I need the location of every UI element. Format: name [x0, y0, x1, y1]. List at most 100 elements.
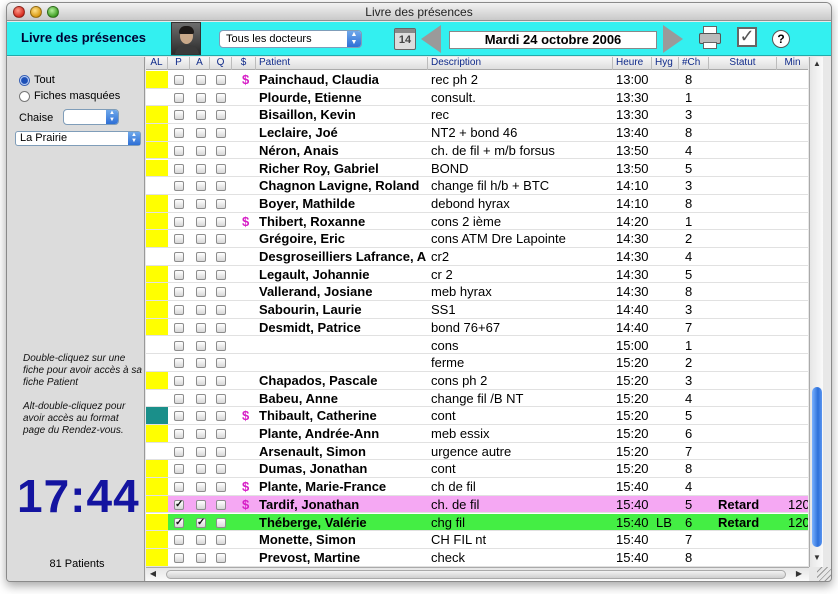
present-checkbox[interactable] [174, 411, 184, 422]
table-row[interactable]: cons 15:00 1 [146, 337, 808, 355]
table-row[interactable]: Plante, Andrée-Ann meb essix 15:20 6 [146, 425, 808, 443]
col-dollar[interactable]: $ [232, 57, 256, 70]
left-checkbox[interactable] [216, 110, 226, 121]
table-row[interactable]: ferme 15:20 2 [146, 354, 808, 372]
left-checkbox[interactable] [216, 234, 226, 245]
present-checkbox[interactable] [174, 234, 184, 245]
present-checkbox[interactable] [174, 375, 184, 386]
present-checkbox[interactable] [174, 145, 184, 156]
col-statut[interactable]: Statut [709, 57, 777, 70]
table-row[interactable]: ✓ ✓ Théberge, Valérie chg fil 15:40 LB 6 Retard… [146, 513, 808, 532]
checklist-icon[interactable]: ✓ [737, 27, 757, 47]
arrived-checkbox[interactable] [196, 429, 206, 439]
table-row[interactable]: $ Plante, Marie-France ch de fil 15:40 4 [146, 478, 808, 496]
horizontal-scrollbar[interactable]: ◀ ▶ [146, 567, 809, 581]
table-row[interactable]: Prevost, Martine check 15:40 8 [146, 548, 808, 567]
table-row[interactable]: Grégoire, Eric cons ATM Dre Lapointe 14:30… [146, 230, 808, 248]
arrived-checkbox[interactable] [196, 411, 206, 422]
arrived-checkbox[interactable] [196, 163, 206, 174]
left-checkbox[interactable] [216, 358, 226, 369]
scroll-down-arrow-icon[interactable]: ▼ [812, 553, 822, 563]
arrived-checkbox[interactable] [196, 75, 206, 85]
left-checkbox[interactable] [216, 163, 226, 174]
arrived-checkbox[interactable] [196, 322, 206, 333]
present-checkbox[interactable] [174, 393, 184, 404]
arrived-checkbox[interactable]: ✓ [196, 517, 206, 528]
present-checkbox[interactable] [174, 552, 184, 563]
present-checkbox[interactable] [174, 163, 184, 174]
left-checkbox[interactable] [216, 375, 226, 386]
arrived-checkbox[interactable] [196, 252, 206, 262]
present-checkbox[interactable] [174, 269, 184, 280]
resize-grip-icon[interactable] [817, 567, 831, 581]
present-checkbox[interactable] [174, 322, 184, 333]
left-checkbox[interactable] [216, 145, 226, 156]
left-checkbox[interactable] [216, 393, 226, 404]
table-row[interactable]: Legault, Johannie cr 2 14:30 5 [146, 265, 808, 284]
col-al[interactable]: AL [146, 57, 168, 70]
present-checkbox[interactable] [174, 75, 184, 85]
col-ch[interactable]: #Ch [679, 57, 709, 70]
arrived-checkbox[interactable] [196, 552, 206, 563]
table-row[interactable]: Chapados, Pascale cons ph 2 15:20 3 [146, 371, 808, 390]
arrived-checkbox[interactable] [196, 269, 206, 280]
vertical-scroll-thumb[interactable] [812, 387, 822, 547]
help-icon[interactable]: ? [772, 30, 790, 48]
left-checkbox[interactable] [216, 517, 226, 528]
present-checkbox[interactable] [174, 429, 184, 439]
vertical-scrollbar[interactable]: ▲ ▼ [809, 57, 823, 567]
present-checkbox[interactable] [174, 181, 184, 192]
col-p[interactable]: P [168, 57, 190, 70]
left-checkbox[interactable] [216, 322, 226, 333]
table-row[interactable]: Néron, Anais ch. de fil + m/b forsus 13:50… [146, 141, 808, 160]
left-checkbox[interactable] [216, 552, 226, 563]
table-row[interactable]: Richer Roy, Gabriel BOND 13:50 5 [146, 159, 808, 178]
left-checkbox[interactable] [216, 535, 226, 546]
present-checkbox[interactable] [174, 252, 184, 262]
present-checkbox[interactable] [174, 358, 184, 369]
left-checkbox[interactable] [216, 340, 226, 351]
table-row[interactable]: Arsenault, Simon urgence autre 15:20 7 [146, 443, 808, 461]
arrived-checkbox[interactable] [196, 216, 206, 227]
doctor-select[interactable]: Tous les docteurs ▲ ▼ [219, 30, 362, 48]
next-day-button[interactable] [663, 25, 683, 53]
clinic-select[interactable]: La Prairie ▲ ▼ [15, 131, 141, 146]
table-row[interactable]: $ Painchaud, Claudia rec ph 2 13:00 8 [146, 71, 808, 89]
col-hyg[interactable]: Hyg [652, 57, 679, 70]
scroll-up-arrow-icon[interactable]: ▲ [812, 59, 822, 69]
table-row[interactable]: Vallerand, Josiane meb hyrax 14:30 8 [146, 283, 808, 302]
table-row[interactable]: Chagnon Lavigne, Roland change fil h/b + … [146, 177, 808, 195]
horizontal-scroll-thumb[interactable] [166, 570, 786, 579]
radio-all[interactable]: Tout [19, 73, 55, 87]
arrived-checkbox[interactable] [196, 358, 206, 369]
arrived-checkbox[interactable] [196, 375, 206, 386]
left-checkbox[interactable] [216, 92, 226, 103]
present-checkbox[interactable] [174, 198, 184, 209]
table-row[interactable]: Desmidt, Patrice bond 76+67 14:40 7 [146, 318, 808, 337]
left-checkbox[interactable] [216, 305, 226, 316]
left-checkbox[interactable] [216, 269, 226, 280]
arrived-checkbox[interactable] [196, 145, 206, 156]
left-checkbox[interactable] [216, 446, 226, 457]
present-checkbox[interactable] [174, 464, 184, 475]
arrived-checkbox[interactable] [196, 446, 206, 457]
left-checkbox[interactable] [216, 75, 226, 85]
previous-day-button[interactable] [421, 25, 441, 53]
table-row[interactable]: Bisaillon, Kevin rec 13:30 3 [146, 106, 808, 125]
left-checkbox[interactable] [216, 216, 226, 227]
table-row[interactable]: Monette, Simon CH FIL nt 15:40 7 [146, 531, 808, 549]
arrived-checkbox[interactable] [196, 181, 206, 192]
table-row[interactable]: Plourde, Etienne consult. 13:30 1 [146, 89, 808, 107]
present-checkbox[interactable] [174, 340, 184, 351]
table-row[interactable]: $ Thibert, Roxanne cons 2 ième 14:20 1 [146, 212, 808, 231]
table-row[interactable]: ✓ $ Tardif, Jonathan ch. de fil 15:40 5 Retard… [146, 495, 808, 514]
arrived-checkbox[interactable] [196, 92, 206, 103]
table-row[interactable]: Babeu, Anne change fil /B NT 15:20 4 [146, 390, 808, 408]
arrived-checkbox[interactable] [196, 198, 206, 209]
table-row[interactable]: Desgroseilliers Lafrance, Ar cr2 14:30 4 [146, 248, 808, 266]
col-a[interactable]: A [190, 57, 210, 70]
table-row[interactable]: Sabourin, Laurie SS1 14:40 3 [146, 301, 808, 319]
left-checkbox[interactable] [216, 464, 226, 475]
col-min[interactable]: Min [777, 57, 808, 70]
arrived-checkbox[interactable] [196, 482, 206, 493]
